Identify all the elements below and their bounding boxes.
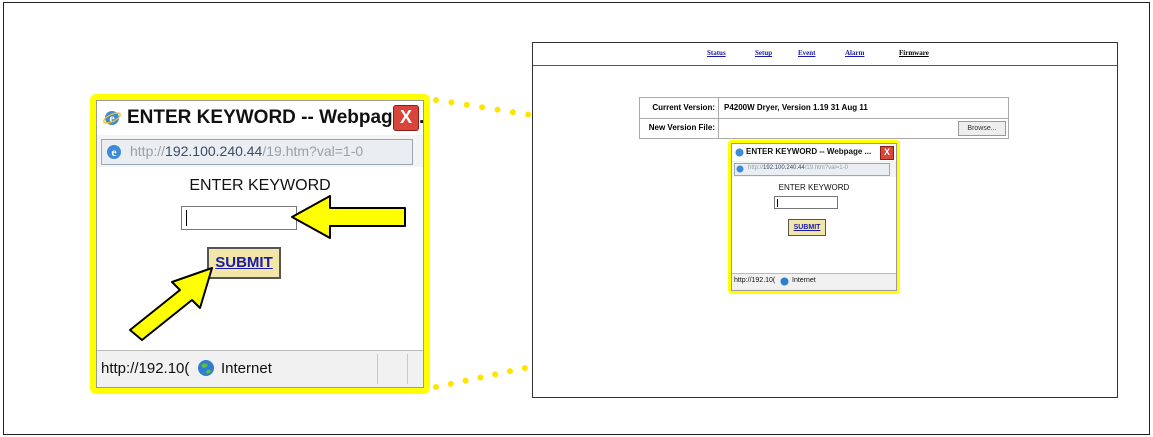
small-keyword-input[interactable] — [774, 196, 838, 209]
ie-logo-icon: e — [107, 145, 121, 159]
nav-status[interactable]: Status — [707, 49, 726, 57]
small-submit-button[interactable]: SUBMIT — [788, 219, 826, 236]
address-url: http://192.100.240.44/19.htm?val=1-0 — [130, 143, 364, 159]
ie-logo-icon — [735, 148, 744, 157]
popup-window: e ENTER KEYWORD -- Webpage ... X e http:… — [96, 100, 424, 388]
close-icon[interactable]: X — [880, 146, 894, 160]
popup-title-bar: e ENTER KEYWORD -- Webpage ... X — [97, 101, 425, 135]
small-popup-title-bar: ENTER KEYWORD -- Webpage ... X — [732, 144, 896, 161]
ie-logo-icon — [736, 165, 744, 173]
keyword-heading: ENTER KEYWORD — [189, 177, 331, 194]
status-zone: Internet — [221, 360, 272, 377]
zoomed-popup-highlight: e ENTER KEYWORD -- Webpage ... X e http:… — [90, 94, 430, 394]
nav-bar: Status Setup Event Alarm Firmware — [533, 43, 1117, 66]
version-table: Current Version: P4200W Dryer, Version 1… — [639, 97, 1009, 139]
popup-title: ENTER KEYWORD -- Webpage ... — [127, 107, 425, 128]
svg-text:e: e — [111, 145, 117, 159]
status-bar: http://192.10( Internet — [97, 350, 423, 387]
small-address-url: http://192.100.240.44/19.htm?val=1-0 — [748, 165, 848, 171]
small-address-bar[interactable]: http://192.100.240.44/19.htm?val=1-0 — [734, 163, 890, 176]
ie-logo-icon: e — [103, 111, 121, 125]
current-version-value: P4200W Dryer, Version 1.19 31 Aug 11 — [724, 103, 868, 112]
small-status-bar: http://192.10( Internet — [732, 273, 896, 290]
small-popup-window: ENTER KEYWORD -- Webpage ... X http://19… — [731, 143, 897, 291]
current-version-label: Current Version: — [640, 98, 719, 118]
globe-icon — [780, 277, 789, 286]
address-bar[interactable]: e http://192.100.240.44/19.htm?val=1-0 — [101, 139, 413, 165]
nav-alarm[interactable]: Alarm — [845, 49, 864, 57]
nav-event[interactable]: Event — [798, 49, 816, 57]
small-popup-title: ENTER KEYWORD -- Webpage ... — [746, 147, 872, 156]
small-keyword-heading: ENTER KEYWORD — [778, 183, 850, 192]
close-icon[interactable]: X — [393, 105, 419, 131]
nav-firmware[interactable]: Firmware — [899, 49, 929, 57]
table-row: New Version File: Browse... — [640, 118, 1008, 138]
submit-button[interactable]: SUBMIT — [207, 247, 281, 279]
globe-icon — [198, 360, 214, 376]
small-status-url: http://192.10( — [734, 277, 776, 284]
nav-setup[interactable]: Setup — [755, 49, 772, 57]
status-url: http://192.10( — [101, 360, 190, 377]
browse-button[interactable]: Browse... — [958, 121, 1006, 136]
keyword-input[interactable] — [181, 206, 297, 230]
new-file-label: New Version File: — [640, 118, 719, 138]
small-popup-highlight: ENTER KEYWORD -- Webpage ... X http://19… — [728, 140, 900, 294]
small-status-zone: Internet — [792, 277, 816, 284]
small-popup-body: ENTER KEYWORD SUBMIT — [732, 177, 896, 274]
popup-body: ENTER KEYWORD SUBMIT — [97, 167, 423, 351]
table-row: Current Version: P4200W Dryer, Version 1… — [640, 98, 1008, 119]
